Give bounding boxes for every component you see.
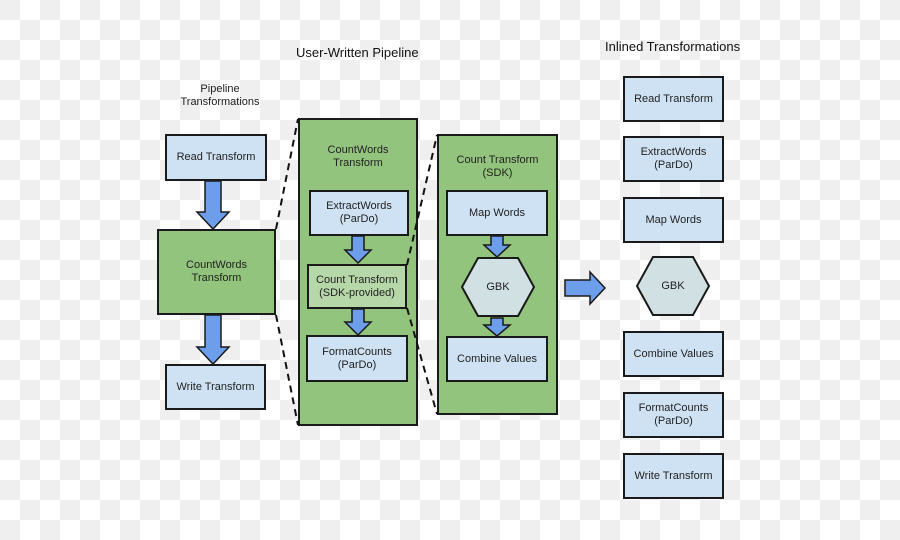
inlined-write-transform-box[interactable]: Write Transform bbox=[623, 453, 724, 499]
down-arrow-icon bbox=[195, 314, 231, 366]
count-transform-container-title: Count Transform (SDK) bbox=[456, 154, 539, 179]
formatcounts-box[interactable]: FormatCounts (ParDo) bbox=[306, 335, 408, 382]
extractwords-box[interactable]: ExtractWords (ParDo) bbox=[309, 190, 409, 236]
inlined-extractwords-box[interactable]: ExtractWords (ParDo) bbox=[623, 136, 724, 182]
read-transform-box[interactable]: Read Transform bbox=[165, 134, 267, 181]
inlined-map-words-box[interactable]: Map Words bbox=[623, 197, 724, 243]
gbk-label: GBK bbox=[486, 281, 510, 293]
down-arrow-icon bbox=[195, 180, 231, 231]
pipeline-transformations-heading: Pipeline Transformations bbox=[180, 83, 260, 108]
countwords-container-title: CountWords Transform bbox=[327, 144, 389, 169]
inlined-read-transform-box[interactable]: Read Transform bbox=[623, 76, 724, 122]
map-words-box[interactable]: Map Words bbox=[446, 190, 548, 236]
countwords-transform-box[interactable]: CountWords Transform bbox=[157, 229, 276, 315]
combine-values-box[interactable]: Combine Values bbox=[446, 336, 548, 382]
inlined-gbk-label: GBK bbox=[661, 280, 685, 292]
inlined-combine-values-box[interactable]: Combine Values bbox=[623, 331, 724, 377]
right-arrow-icon bbox=[564, 270, 607, 306]
inlined-formatcounts-box[interactable]: FormatCounts (ParDo) bbox=[623, 392, 724, 438]
write-transform-box[interactable]: Write Transform bbox=[165, 364, 266, 410]
user-written-pipeline-heading: User-Written Pipeline bbox=[296, 45, 419, 60]
zoom-line-bottom-1 bbox=[275, 314, 299, 426]
zoom-line-top-1 bbox=[275, 118, 299, 230]
inlined-transformations-heading: Inlined Transformations bbox=[605, 39, 741, 54]
count-transform-sdk-provided-box[interactable]: Count Transform (SDK-provided) bbox=[307, 264, 407, 309]
